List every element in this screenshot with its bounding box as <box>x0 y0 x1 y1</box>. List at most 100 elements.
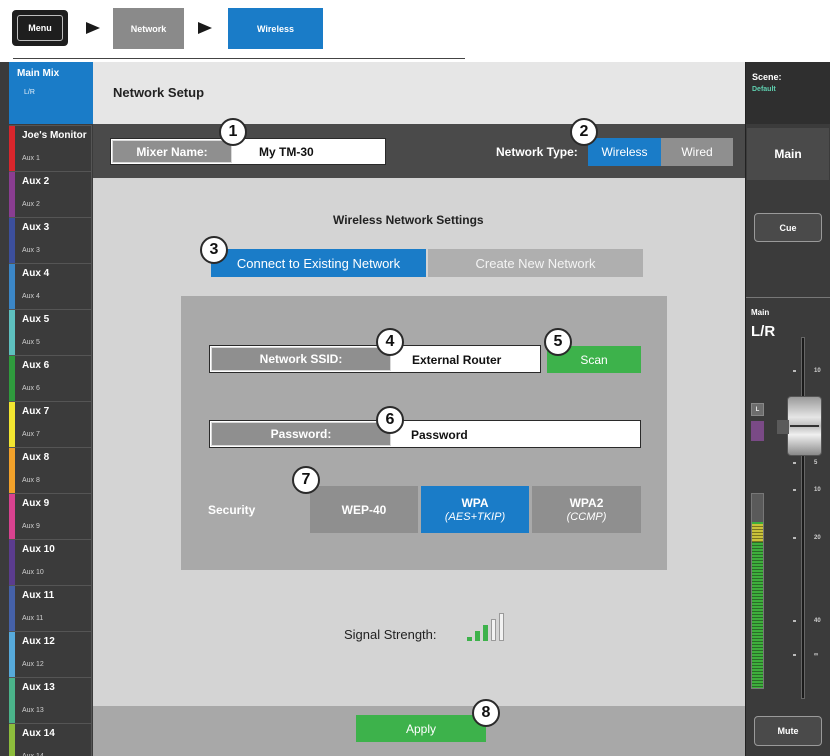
sidebar-item-sub: Aux 9 <box>22 523 40 530</box>
sidebar-item-aux[interactable]: Aux 8 Aux 8 <box>9 447 92 493</box>
sidebar-item-aux[interactable]: Aux 4 Aux 4 <box>9 263 92 309</box>
sidebar-item-aux[interactable]: Aux 6 Aux 6 <box>9 355 92 401</box>
sidebar-item-aux[interactable]: Aux 12 Aux 12 <box>9 631 92 677</box>
sidebar-item-aux[interactable]: Aux 2 Aux 2 <box>9 171 92 217</box>
breadcrumb-divider <box>13 58 465 59</box>
signal-bar <box>491 619 496 641</box>
sidebar-main-title: Main Mix <box>17 68 60 79</box>
connect-existing-network-button[interactable]: Connect to Existing Network <box>211 249 426 277</box>
sidebar-item-aux[interactable]: Aux 14Aux 14 <box>9 723 92 756</box>
scene-display[interactable]: Scene: Default <box>746 62 830 124</box>
sidebar-item-color-bar <box>9 264 15 309</box>
signal-bar <box>499 613 504 641</box>
security-wep-button[interactable]: WEP-40 <box>310 486 418 533</box>
password-label-box: Password: <box>211 422 391 446</box>
fader-scale-label: 10 <box>814 368 821 374</box>
network-ssid-field[interactable]: Network SSID: External Router <box>209 345 541 373</box>
apply-label: Apply <box>405 721 437 736</box>
sidebar-item-name: Joe's Monitor <box>22 130 87 141</box>
sidebar-item-name: Aux 14 <box>22 728 55 739</box>
breadcrumb-network-label: Network <box>130 23 167 34</box>
sidebar-item-name: Aux 9 <box>22 498 50 509</box>
meter-clip-indicator <box>751 421 764 441</box>
breadcrumb-network-button[interactable]: Network <box>113 8 184 49</box>
breadcrumb-menu-button[interactable]: Menu <box>12 10 68 46</box>
network-ssid-label: Network SSID: <box>259 352 343 366</box>
fader-unity-marker <box>777 420 789 434</box>
sidebar-item-color-bar <box>9 494 15 539</box>
network-type-wireless-button[interactable]: Wireless <box>588 138 661 166</box>
breadcrumb-menu-label: Menu <box>28 23 52 33</box>
sidebar-item-sub: Aux 13 <box>22 707 44 714</box>
sidebar-item-sub: Aux 4 <box>22 293 40 300</box>
fader-track[interactable] <box>801 337 805 699</box>
sidebar-item-aux[interactable]: Aux 5 Aux 5 <box>9 309 92 355</box>
meter-l-indicator: L <box>751 403 764 416</box>
breadcrumb-wireless-button[interactable]: Wireless <box>228 8 323 49</box>
sidebar-item-sub: Aux 7 <box>22 431 40 438</box>
fader-channel-title: Main <box>751 308 770 317</box>
security-wpa2-sub: (CCMP) <box>566 511 607 523</box>
security-wep-label: WEP-40 <box>341 502 387 517</box>
sidebar-item-sub: Aux 5 <box>22 339 40 346</box>
security-wpa-button[interactable]: WPA (AES+TKIP) <box>421 486 529 533</box>
callout-badge: 7 <box>292 466 320 494</box>
sidebar-item-color-bar <box>9 218 15 263</box>
sidebar-item-aux[interactable]: Aux 7 Aux 7 <box>9 401 92 447</box>
network-type-label: Network Type: <box>496 145 578 159</box>
fader-scale-label: 20 <box>814 535 821 541</box>
password-field[interactable]: Password: Password <box>209 420 641 448</box>
sidebar-item-aux[interactable]: Aux 11 Aux 11 <box>9 585 92 631</box>
mute-button[interactable]: Mute <box>754 716 822 746</box>
scene-label: Scene: <box>752 72 782 82</box>
mixer-name-label-box: Mixer Name: <box>112 140 232 163</box>
create-new-network-button[interactable]: Create New Network <box>428 249 643 277</box>
scene-value: Default <box>752 86 776 93</box>
sidebar-item-main-mix[interactable]: Main Mix L/R <box>9 62 93 124</box>
signal-strength-label: Signal Strength: <box>344 627 437 642</box>
network-ssid-label-box: Network SSID: <box>211 347 391 371</box>
sidebar-item-color-bar <box>9 586 15 631</box>
sidebar-item-aux[interactable]: Aux 9 Aux 9 <box>9 493 92 539</box>
mixer-name-field[interactable]: Mixer Name: My TM-30 <box>110 138 386 165</box>
network-type-wired-button[interactable]: Wired <box>661 138 733 166</box>
sidebar-item-name: Aux 4 <box>22 268 50 279</box>
page-title: Network Setup <box>113 85 205 100</box>
callout-badge: 2 <box>570 118 598 146</box>
sidebar-item-name: Aux 7 <box>22 406 50 417</box>
password-label: Password: <box>270 427 332 441</box>
fader-scale-tick <box>793 489 796 491</box>
main-button[interactable]: Main <box>747 128 829 180</box>
sidebar-item-aux[interactable]: Aux 3 Aux 3 <box>9 217 92 263</box>
sidebar-item-name: Aux 3 <box>22 222 50 233</box>
sidebar-item-sub: Aux 12 <box>22 661 44 668</box>
sidebar-item-color-bar <box>9 172 15 217</box>
sidebar-item-aux[interactable]: Aux 13 Aux 13 <box>9 677 92 723</box>
security-label: Security <box>208 503 256 517</box>
fader-handle[interactable] <box>787 396 822 456</box>
sidebar-item-color-bar <box>9 448 15 493</box>
fader-scale-tick <box>793 370 796 372</box>
sidebar-item-name: Aux 6 <box>22 360 50 371</box>
right-divider <box>746 297 830 298</box>
sidebar-item-sub: Aux 8 <box>22 477 40 484</box>
network-type-wireless-label: Wireless <box>601 145 648 159</box>
callout-badge: 3 <box>200 236 228 264</box>
security-wpa2-button[interactable]: WPA2 (CCMP) <box>532 486 641 533</box>
apply-button[interactable]: Apply <box>356 715 486 742</box>
sidebar-item-aux[interactable]: Joe's Monitor Aux 1 <box>9 125 92 171</box>
mixer-name-value: My TM-30 <box>259 145 314 159</box>
sidebar-item-color-bar <box>9 310 15 355</box>
meter-l-label: L <box>755 406 760 413</box>
main-button-label: Main <box>774 147 802 161</box>
cue-button[interactable]: Cue <box>754 213 822 242</box>
sidebar-item-color-bar <box>9 724 15 756</box>
sidebar-item-aux[interactable]: Aux 10 Aux 10 <box>9 539 92 585</box>
breadcrumb-arrow-icon <box>86 22 100 34</box>
signal-strength-icon <box>467 613 512 643</box>
signal-bar <box>467 637 472 641</box>
fader-scale-label: 10 <box>814 487 821 493</box>
fader-scale-label: 40 <box>814 618 821 624</box>
security-wpa-label: WPA <box>461 496 489 510</box>
sidebar-item-color-bar <box>9 678 15 723</box>
